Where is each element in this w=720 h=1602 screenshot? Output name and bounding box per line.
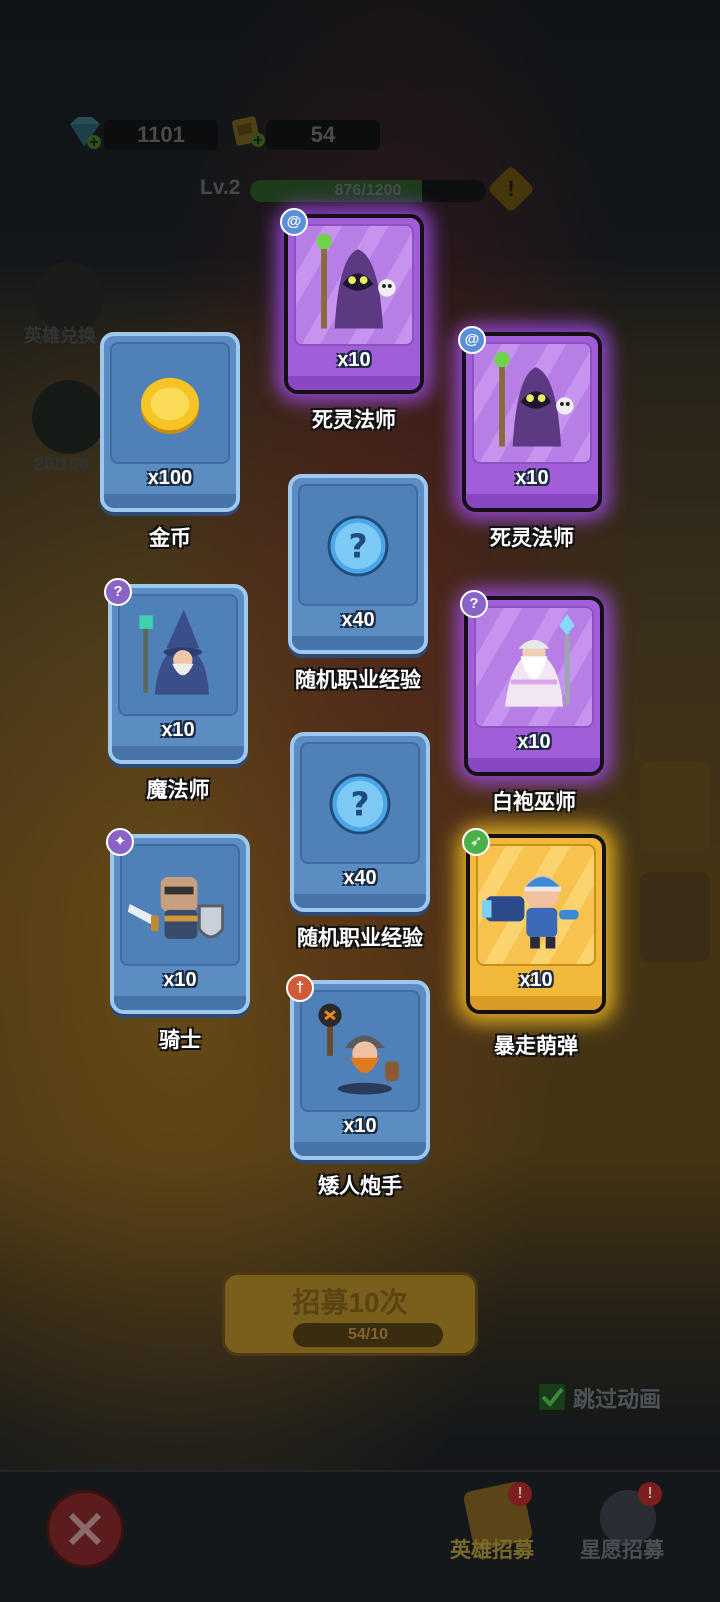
necromancer-portrait (316, 233, 396, 329)
card-name: 死灵法师 (490, 527, 574, 550)
card-base (288, 376, 420, 390)
recruit-cost: 54/10 (293, 1323, 443, 1347)
dwarf-portrait (318, 1003, 399, 1095)
card-base (294, 894, 426, 908)
card-art-frame (294, 224, 414, 346)
recruit-10-button[interactable]: 招募10次 54/10 (222, 1272, 478, 1356)
card-count: x10 (337, 349, 371, 371)
sword-icon: † (286, 974, 314, 1002)
card-name: 魔法师 (146, 779, 210, 802)
bottom-nav: ! 英雄招募 ! 星愿招募 (0, 1470, 720, 1602)
card-count: x10 (163, 969, 197, 991)
close-button[interactable] (46, 1490, 124, 1568)
card-art-frame (474, 606, 594, 728)
card-art-frame (476, 844, 596, 966)
card-count: x100 (147, 467, 193, 489)
crossed-swords-icon (68, 1512, 102, 1546)
card-base (466, 494, 598, 508)
card-base (294, 1142, 426, 1156)
card-name: 暴走萌弹 (494, 1035, 578, 1058)
reward-card[interactable]: ? x40 (290, 732, 430, 912)
knight-portrait (127, 876, 224, 939)
reward-card[interactable]: ? x40 (288, 474, 428, 654)
wizard-portrait (139, 609, 209, 695)
reward-card[interactable]: x10 † (286, 974, 430, 1160)
card-base (112, 746, 244, 760)
card-base (114, 996, 246, 1010)
card-base (104, 494, 236, 508)
reward-card[interactable]: x10 ? (460, 590, 604, 776)
reward-card[interactable]: x100 (100, 332, 240, 512)
card-name: 金币 (149, 527, 191, 550)
svg-text:?: ? (348, 527, 367, 566)
bow-icon: ➶ (462, 828, 490, 856)
svg-text:?: ? (350, 785, 369, 824)
reward-card[interactable]: x10 ? (104, 578, 248, 764)
question-orb-icon: ? (329, 773, 391, 835)
reward-card[interactable]: x10 @ (280, 208, 424, 394)
card-name: 死灵法师 (312, 409, 396, 432)
paw-icon: ✦ (106, 828, 134, 856)
white-wizard-portrait (505, 613, 575, 707)
card-art-frame (300, 990, 420, 1112)
card-base (470, 996, 602, 1010)
card-base (292, 636, 424, 650)
card-name: 矮人炮手 (318, 1175, 402, 1198)
card-name: 白袍巫师 (492, 791, 576, 814)
question-orb-icon: ? (327, 515, 389, 577)
card-name: 随机职业经验 (295, 669, 421, 692)
hero-recruit-tab[interactable]: ! 英雄招募 (446, 1480, 556, 1592)
reward-card[interactable]: x10 ✦ (106, 828, 250, 1014)
card-base (468, 758, 600, 772)
staff-icon: ? (104, 578, 132, 606)
staff-icon: ? (460, 590, 488, 618)
card-count: x10 (343, 1115, 377, 1137)
hero-recruit-label: 英雄招募 (450, 1539, 534, 1562)
card-art-frame (120, 844, 240, 966)
necromancer-portrait (494, 351, 574, 447)
card-name: 随机职业经验 (297, 927, 423, 950)
card-art-frame (472, 342, 592, 464)
card-count: x10 (161, 719, 195, 741)
card-art-frame (118, 594, 238, 716)
card-art-frame: ? (298, 484, 418, 606)
check-icon (541, 1387, 564, 1407)
reward-card[interactable]: x10 ➶ (462, 828, 606, 1014)
reward-card[interactable]: x10 @ (458, 326, 602, 512)
card-name: 骑士 (159, 1029, 201, 1052)
gunner-portrait (481, 875, 579, 949)
gold-coin-icon (141, 377, 199, 434)
swirl-icon: @ (280, 208, 308, 236)
recruit-title: 招募10次 (292, 1287, 408, 1318)
notification-badge: ! (508, 1482, 532, 1506)
card-count: x40 (341, 609, 375, 631)
skip-animation-checkbox[interactable] (537, 1382, 567, 1412)
star-recruit-label: 星愿招募 (580, 1539, 664, 1562)
card-count: x10 (515, 467, 549, 489)
card-count: x10 (517, 731, 551, 753)
card-count: x10 (519, 969, 553, 991)
card-art-frame (110, 342, 230, 464)
notification-badge: ! (638, 1482, 662, 1506)
skip-animation-label: 跳过动画 (573, 1387, 662, 1412)
card-count: x40 (343, 867, 377, 889)
swirl-icon: @ (458, 326, 486, 354)
star-recruit-tab[interactable]: ! 星愿招募 (576, 1482, 686, 1592)
card-art-frame: ? (300, 742, 420, 864)
